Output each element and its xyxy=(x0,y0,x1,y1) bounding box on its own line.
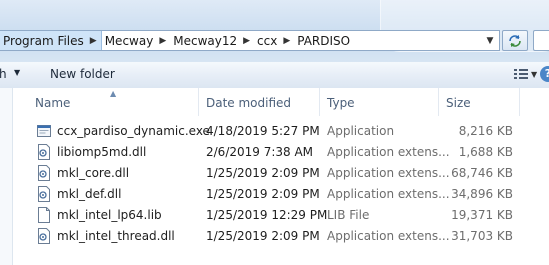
file-row[interactable]: mkl_intel_thread.dll 1/25/2019 2:09 PM A… xyxy=(0,226,549,247)
change-view-button[interactable]: ▼ xyxy=(514,68,537,80)
breadcrumb-label: ccx xyxy=(257,33,278,48)
toolbar-partial-button[interactable]: h xyxy=(0,67,7,81)
dll-file-icon xyxy=(38,186,50,202)
breadcrumb-label: PARDISO xyxy=(297,33,351,48)
file-date: 1/25/2019 12:29 PM xyxy=(206,208,328,222)
sort-ascending-icon: ▲ xyxy=(110,89,117,98)
address-bar[interactable]: Program Files ▶ Mecway ▶ Mecway12 ▶ ccx … xyxy=(0,30,500,51)
breadcrumb-label: Program Files xyxy=(3,33,84,48)
help-button[interactable]: ? xyxy=(540,66,549,82)
breadcrumb-mecway12[interactable]: Mecway12 ▶ xyxy=(170,31,254,50)
file-row[interactable]: mkl_intel_lp64.lib 1/25/2019 12:29 PM LI… xyxy=(0,205,549,226)
column-divider[interactable] xyxy=(438,88,439,116)
breadcrumb-separator-icon[interactable]: ▶ xyxy=(243,36,250,46)
dll-file-icon xyxy=(38,228,50,244)
column-header-row: ▲ Name Date modified Type Size xyxy=(0,88,549,118)
file-type: Application xyxy=(327,124,395,138)
file-size: 8,216 KB xyxy=(458,124,513,138)
file-size: 34,896 KB xyxy=(451,187,513,201)
file-name: libiomp5md.dll xyxy=(57,145,147,159)
new-folder-button[interactable]: New folder xyxy=(50,67,115,81)
command-bar: h ▼ New folder ▼ ? xyxy=(0,62,549,89)
breadcrumb-pardiso[interactable]: PARDISO xyxy=(294,31,358,50)
file-size: 68,746 KB xyxy=(451,166,513,180)
breadcrumb-program-files[interactable]: Program Files ▶ xyxy=(0,31,102,50)
dll-file-icon xyxy=(38,165,50,181)
chevron-down-icon[interactable]: ▼ xyxy=(531,70,537,79)
breadcrumb-label: Mecway xyxy=(104,33,154,48)
column-header-type[interactable]: Type xyxy=(327,96,355,110)
file-name: mkl_def.dll xyxy=(57,187,122,201)
file-list: ▲ Name Date modified Type Size ccx_pardi… xyxy=(0,88,549,265)
file-row[interactable]: mkl_def.dll 1/25/2019 2:09 PM Applicatio… xyxy=(0,184,549,205)
dll-file-icon xyxy=(38,144,50,160)
column-divider[interactable] xyxy=(319,88,320,116)
file-row[interactable]: libiomp5md.dll 2/6/2019 7:38 AM Applicat… xyxy=(0,142,549,163)
breadcrumb-separator-icon[interactable]: ▶ xyxy=(90,36,97,46)
file-date: 1/25/2019 2:09 PM xyxy=(206,187,320,201)
breadcrumb-ccx[interactable]: ccx ▶ xyxy=(254,31,294,50)
chevron-down-icon[interactable]: ▼ xyxy=(14,68,20,77)
breadcrumb-mecway[interactable]: Mecway ▶ xyxy=(102,31,171,50)
file-name: mkl_core.dll xyxy=(57,166,130,180)
column-divider[interactable] xyxy=(519,88,520,116)
breadcrumb-separator-icon[interactable]: ▶ xyxy=(159,36,166,46)
generic-file-icon xyxy=(38,207,50,223)
view-list-icon xyxy=(514,69,528,79)
application-exe-icon xyxy=(37,125,51,137)
column-header-size[interactable]: Size xyxy=(446,96,471,110)
file-type: Application extens... xyxy=(327,145,450,159)
file-date: 4/18/2019 5:27 PM xyxy=(206,124,320,138)
file-type: Application extens... xyxy=(327,187,450,201)
file-size: 19,371 KB xyxy=(451,208,513,222)
file-size: 1,688 KB xyxy=(458,145,513,159)
file-date: 2/6/2019 7:38 AM xyxy=(206,145,314,159)
file-name: mkl_intel_thread.dll xyxy=(57,229,175,243)
file-date: 1/25/2019 2:09 PM xyxy=(206,229,320,243)
file-name: mkl_intel_lp64.lib xyxy=(57,208,162,222)
file-row[interactable]: ccx_pardiso_dynamic.exe 4/18/2019 5:27 P… xyxy=(0,121,549,142)
breadcrumb-separator-icon[interactable]: ▶ xyxy=(283,36,290,46)
file-row[interactable]: mkl_core.dll 1/25/2019 2:09 PM Applicati… xyxy=(0,163,549,184)
file-type: Application extens... xyxy=(327,166,450,180)
column-header-name[interactable]: Name xyxy=(35,96,70,110)
file-type: Application extens... xyxy=(327,229,450,243)
file-type: LIB File xyxy=(327,208,370,222)
column-divider[interactable] xyxy=(198,88,199,116)
breadcrumb-label: Mecway12 xyxy=(173,33,238,48)
file-name: ccx_pardiso_dynamic.exe xyxy=(57,124,210,138)
column-header-date-modified[interactable]: Date modified xyxy=(206,96,291,110)
refresh-icon xyxy=(509,34,521,47)
refresh-button[interactable] xyxy=(502,30,528,51)
file-size: 31,703 KB xyxy=(451,229,513,243)
search-input[interactable] xyxy=(533,30,549,51)
file-date: 1/25/2019 2:09 PM xyxy=(206,166,320,180)
address-history-dropdown-icon[interactable]: ▼ xyxy=(483,33,497,48)
